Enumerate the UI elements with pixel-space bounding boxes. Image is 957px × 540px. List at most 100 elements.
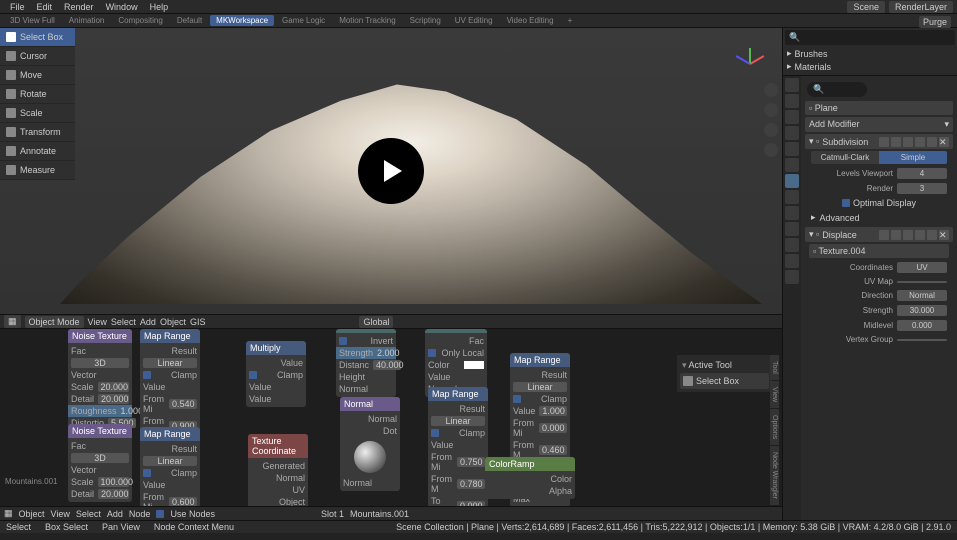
node-mix[interactable]: Invert Strength2.000 Distanc40.000 Heigh… (336, 329, 396, 397)
npanel-tab-node-wrangler[interactable]: Node Wrangler (770, 446, 779, 505)
coords-dropdown[interactable]: UV (897, 262, 947, 273)
uvmap-dropdown[interactable] (897, 281, 947, 283)
pan-icon[interactable] (764, 103, 778, 117)
3d-viewport[interactable]: Select BoxCursorMoveRotateScaleTransform… (0, 28, 782, 314)
prop-tab-physics[interactable] (785, 206, 799, 220)
node-map-range-3[interactable]: Map Range Result Linear Clamp Value From… (428, 387, 488, 506)
purge-button[interactable]: Purge (919, 16, 951, 28)
scene-selector[interactable]: Scene (847, 1, 885, 13)
strength-input[interactable]: 30.000 (897, 305, 947, 316)
node-multiply[interactable]: Multiply Value Clamp Value Value (246, 341, 306, 407)
editor-type-icon[interactable]: ▦ (4, 508, 13, 519)
prop-tab-modifier[interactable] (785, 174, 799, 188)
prop-tab-particles[interactable] (785, 190, 799, 204)
outliner-search[interactable]: 🔍 (785, 30, 955, 45)
mode-dropdown[interactable]: Object Mode (25, 316, 84, 328)
menu-help[interactable]: Help (144, 2, 175, 12)
property-search[interactable]: 🔍 (807, 82, 867, 97)
outliner-brushes[interactable]: ▸ Brushes (785, 47, 955, 60)
prop-tab-render[interactable] (785, 78, 799, 92)
npanel-tab-options[interactable]: Options (770, 409, 779, 445)
tool-rotate[interactable]: Rotate (0, 85, 75, 104)
modifier-subdivision-header[interactable]: ▾ ▫ Subdivision ✕ (805, 134, 953, 149)
camera-icon[interactable] (764, 123, 778, 137)
node-texture-coordinate[interactable]: Texture Coordinate Generated Normal UV O… (248, 434, 308, 506)
menu-edit[interactable]: Edit (31, 2, 59, 12)
use-nodes-checkbox[interactable] (156, 510, 164, 518)
persp-icon[interactable] (764, 143, 778, 157)
add-modifier-dropdown[interactable]: Add Modifier▾ (805, 117, 953, 132)
cursor-icon (6, 51, 16, 61)
tool-scale[interactable]: Scale (0, 104, 75, 123)
tool-cursor[interactable]: Cursor (0, 47, 75, 66)
editor-type-icon[interactable]: ▦ (4, 315, 21, 328)
node-normal[interactable]: Normal Normal Dot Normal (340, 397, 400, 491)
workspace-tab-motion-tracking[interactable]: Motion Tracking (333, 15, 401, 26)
vp-gis-menu[interactable]: GIS (190, 317, 206, 327)
ne-view[interactable]: View (51, 509, 70, 519)
menu-window[interactable]: Window (100, 2, 144, 12)
npanel-tab-tool[interactable]: Tool (770, 355, 779, 380)
outliner[interactable]: 🔍 ▸ Brushes ▸ Materials Purge (783, 28, 957, 76)
play-button[interactable] (358, 138, 424, 204)
object-dropdown[interactable]: Object (19, 509, 45, 519)
ne-select[interactable]: Select (76, 509, 101, 519)
material-dropdown[interactable]: Mountains.001 (350, 509, 409, 519)
prop-tab-output[interactable] (785, 94, 799, 108)
orientation-dropdown[interactable]: Global (359, 316, 393, 328)
zoom-icon[interactable] (764, 83, 778, 97)
node-noise-texture-1[interactable]: Noise Texture Fac 3D Vector Scale20.000 … (68, 329, 132, 431)
prop-tab-data[interactable] (785, 238, 799, 252)
tool-select-box[interactable]: Select Box (0, 28, 75, 47)
levels-render-input[interactable]: 3 (897, 183, 947, 194)
prop-tab-material[interactable] (785, 254, 799, 268)
workspace-tab-video-editing[interactable]: Video Editing (501, 15, 560, 26)
optimal-display-checkbox[interactable] (842, 199, 850, 207)
workspace-tab-compositing[interactable]: Compositing (112, 15, 168, 26)
node-editor[interactable]: Noise Texture Fac 3D Vector Scale20.000 … (0, 328, 782, 506)
active-tool-button[interactable]: Select Box (680, 373, 769, 389)
node-colorramp[interactable]: ColorRamp Color Alpha (485, 457, 575, 499)
workspace-tab-default[interactable]: Default (171, 15, 208, 26)
texture-selector[interactable]: ▫ Texture.004 (809, 244, 949, 258)
workspace-tab-mkworkspace[interactable]: MKWorkspace (210, 15, 274, 26)
tool-transform[interactable]: Transform (0, 123, 75, 142)
node-map-range-2[interactable]: Map Range Result Linear Clamp Value From… (140, 427, 200, 506)
menu-file[interactable]: File (4, 2, 31, 12)
tool-move[interactable]: Move (0, 66, 75, 85)
vp-select-menu[interactable]: Select (111, 317, 136, 327)
modifier-displace-header[interactable]: ▾ ▫ Displace ✕ (805, 227, 953, 242)
prop-tab-world[interactable] (785, 142, 799, 156)
add-workspace-button[interactable]: + (562, 15, 579, 26)
prop-tab-object[interactable] (785, 158, 799, 172)
workspace-tab-game-logic[interactable]: Game Logic (276, 15, 331, 26)
workspace-tab-3d-view-full[interactable]: 3D View Full (4, 15, 61, 26)
levels-viewport-input[interactable]: 4 (897, 168, 947, 179)
tool-measure[interactable]: Measure (0, 161, 75, 180)
npanel-tab-view[interactable]: View (770, 381, 779, 408)
direction-dropdown[interactable]: Normal (897, 290, 947, 301)
menu-render[interactable]: Render (58, 2, 100, 12)
workspace-tab-uv-editing[interactable]: UV Editing (449, 15, 499, 26)
prop-tab-scene[interactable] (785, 126, 799, 140)
workspace-tab-animation[interactable]: Animation (63, 15, 111, 26)
tool-annotate[interactable]: Annotate (0, 142, 75, 161)
vp-object-menu[interactable]: Object (160, 317, 186, 327)
outliner-materials[interactable]: ▸ Materials (785, 60, 955, 73)
prop-tab-constraints[interactable] (785, 222, 799, 236)
renderlayer-selector[interactable]: RenderLayer (889, 1, 953, 13)
slot-dropdown[interactable]: Slot 1 (321, 509, 344, 519)
ne-node[interactable]: Node (129, 509, 151, 519)
vp-add-menu[interactable]: Add (140, 317, 156, 327)
nav-gizmo[interactable] (730, 38, 770, 78)
vertexgroup-input[interactable] (897, 339, 947, 341)
prop-tab-texture[interactable] (785, 270, 799, 284)
node-noise-texture-2[interactable]: Noise Texture Fac 3D Vector Scale100.000… (68, 424, 132, 502)
vp-view-menu[interactable]: View (88, 317, 107, 327)
ne-add[interactable]: Add (107, 509, 123, 519)
midlevel-input[interactable]: 0.000 (897, 320, 947, 331)
prop-tab-view[interactable] (785, 110, 799, 124)
breadcrumb[interactable]: ▫ Plane (805, 101, 953, 115)
workspace-tab-scripting[interactable]: Scripting (404, 15, 447, 26)
subdiv-algo-toggle[interactable]: Catmull-ClarkSimple (811, 151, 947, 164)
